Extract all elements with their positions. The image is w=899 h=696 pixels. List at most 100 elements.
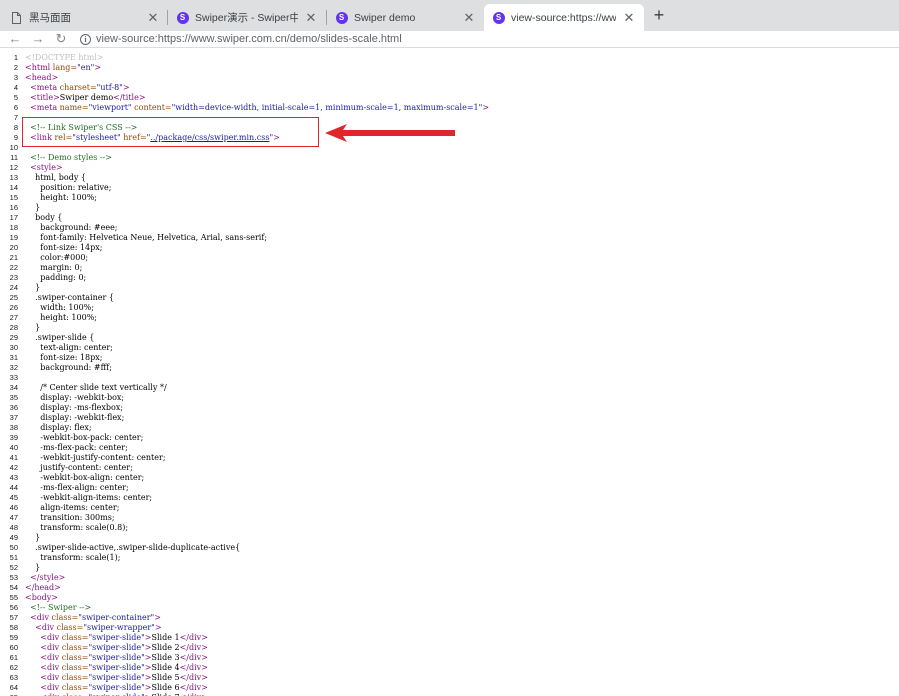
source-line: 11 <!-- Demo styles --> [0, 153, 899, 163]
close-icon[interactable]: ✕ [304, 10, 318, 26]
back-button[interactable]: ← [6, 30, 24, 48]
source-line: 23 padding: 0; [0, 273, 899, 283]
source-line: 39 -webkit-box-pack: center; [0, 433, 899, 443]
line-number: 49 [9, 533, 18, 542]
new-tab-button[interactable]: + [650, 5, 668, 25]
line-number: 18 [9, 223, 18, 232]
source-line: 47 transition: 300ms; [0, 513, 899, 523]
line-code: text-align: center; [25, 343, 113, 353]
code-token: </head> [25, 583, 61, 592]
source-line: 36 display: -ms-flexbox; [0, 403, 899, 413]
source-line: 33 [0, 373, 899, 383]
code-token: > [144, 653, 152, 662]
line-number: 1 [13, 53, 18, 62]
line-number: 13 [9, 173, 18, 182]
code-token: Slide 6 [151, 683, 180, 692]
code-token: background: #fff; [25, 363, 112, 372]
line-number: 42 [9, 463, 18, 472]
line-number: 32 [9, 363, 18, 372]
source-line: 42 justify-content: center; [0, 463, 899, 473]
line-code: <meta name="viewport" content="width=dev… [25, 103, 489, 113]
tab-heima[interactable]: 黑马面面 ✕ [2, 4, 168, 31]
line-number: 61 [9, 653, 18, 662]
code-token: <div [40, 633, 62, 642]
line-number: 6 [13, 103, 18, 112]
code-token: -ms-flex-align: center; [25, 483, 129, 492]
reload-button[interactable]: ↻ [52, 30, 70, 48]
code-token: <meta [30, 83, 60, 92]
source-line: 44 -ms-flex-align: center; [0, 483, 899, 493]
code-token: -webkit-box-align: center; [25, 473, 145, 482]
line-code: <title>Swiper demo</title> [25, 93, 145, 103]
close-icon[interactable]: ✕ [622, 10, 636, 26]
line-code: <body> [25, 593, 58, 603]
line-code: -ms-flex-align: center; [25, 483, 129, 493]
line-code: height: 100%; [25, 313, 97, 323]
code-token: > [144, 643, 152, 652]
line-code: height: 100%; [25, 193, 97, 203]
line-number: 21 [9, 253, 18, 262]
code-token: margin: 0; [25, 263, 83, 272]
url-text[interactable]: view-source:https://www.swiper.com.cn/de… [96, 33, 402, 45]
source-line: 22 margin: 0; [0, 263, 899, 273]
source-line: 24 } [0, 283, 899, 293]
code-token: class= [61, 683, 89, 692]
forward-button[interactable]: → [29, 30, 47, 48]
source-line: 4 <meta charset="utf-8"> [0, 83, 899, 93]
code-token: "swiper-slide" [88, 653, 145, 662]
code-token: display: flex; [25, 423, 92, 432]
code-token: } [25, 203, 41, 212]
code-token: "swiper-slide" [88, 683, 145, 692]
line-code: font-family: Helvetica Neue, Helvetica, … [25, 233, 267, 243]
line-code: <meta charset="utf-8"> [25, 83, 129, 93]
tab-view-source[interactable]: S view-source:https://www.swip ✕ [484, 4, 644, 31]
source-line: 57 <div class="swiper-container"> [0, 613, 899, 623]
line-code: -webkit-align-items: center; [25, 493, 152, 503]
code-token: <div [40, 643, 62, 652]
toolbar: ← → ↻ i view-source:https://www.swiper.c… [0, 31, 899, 48]
line-number: 20 [9, 243, 18, 252]
code-token: html, body { [25, 173, 86, 182]
line-number: 9 [13, 133, 18, 142]
code-token: <div [40, 663, 62, 672]
close-icon[interactable]: ✕ [462, 10, 476, 26]
info-icon[interactable]: i [80, 33, 91, 45]
line-number: 3 [13, 73, 18, 82]
source-line: 5 <title>Swiper demo</title> [0, 93, 899, 103]
line-number: 50 [9, 543, 18, 552]
source-line: 51 transform: scale(1); [0, 553, 899, 563]
tab-swiper-demo[interactable]: S Swiper demo ✕ [327, 4, 484, 31]
tab-swiper-cn[interactable]: S Swiper演示 - Swiper中文网 ✕ [168, 4, 326, 31]
line-number: 4 [13, 83, 18, 92]
source-line: 45 -webkit-align-items: center; [0, 493, 899, 503]
line-number: 16 [9, 203, 18, 212]
source-line: 58 <div class="swiper-wrapper"> [0, 623, 899, 633]
code-token: body { [25, 213, 63, 222]
code-token: class= [61, 633, 89, 642]
line-number: 53 [9, 573, 18, 582]
code-token: height: 100%; [25, 313, 97, 322]
address-bar[interactable]: i view-source:https://www.swiper.com.cn/… [80, 30, 895, 48]
code-token: > [144, 683, 152, 692]
code-token: "swiper-slide" [88, 643, 145, 652]
code-token: } [25, 283, 41, 292]
line-number: 19 [9, 233, 18, 242]
line-code: background: #fff; [25, 363, 112, 373]
code-token: class= [61, 643, 89, 652]
source-line: 43 -webkit-box-align: center; [0, 473, 899, 483]
source-line: 53 </style> [0, 573, 899, 583]
code-token: <!DOCTYPE html> [25, 53, 104, 62]
code-token: </div> [179, 643, 208, 652]
code-token: "swiper-container" [78, 613, 155, 622]
line-code: width: 100%; [25, 303, 94, 313]
code-token: height: 100%; [25, 193, 97, 202]
line-code: font-size: 14px; [25, 243, 102, 253]
swiper-logo-icon: S [176, 11, 189, 24]
code-token: content= [131, 103, 172, 112]
close-icon[interactable]: ✕ [146, 10, 160, 26]
line-code: -webkit-justify-content: center; [25, 453, 165, 463]
code-token: <!-- Swiper --> [30, 603, 92, 612]
line-code: <div class="swiper-slide">Slide 4</div> [25, 663, 208, 673]
line-number: 22 [9, 263, 18, 272]
